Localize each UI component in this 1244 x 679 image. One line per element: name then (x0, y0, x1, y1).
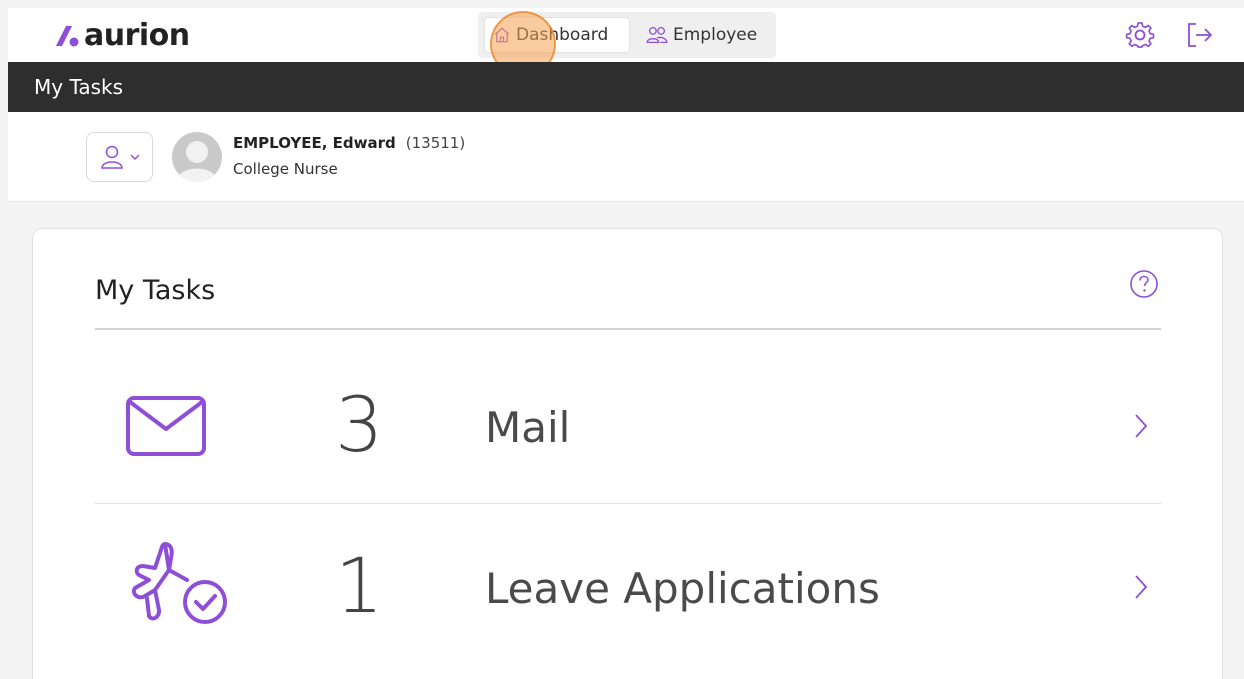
help-icon[interactable] (1129, 269, 1159, 299)
users-icon (646, 26, 668, 44)
employee-id: (13511) (405, 134, 466, 152)
my-tasks-card: My Tasks 3 Mail 1 Leave Applications (32, 228, 1223, 679)
title-divider (95, 328, 1161, 330)
settings-gear-icon[interactable] (1125, 20, 1155, 50)
top-bar: aurion Dashboard Employee (8, 8, 1244, 77)
aurion-logo[interactable]: aurion (52, 18, 190, 54)
employee-name: EMPLOYEE, Edward (233, 134, 396, 152)
employee-name-line: EMPLOYEE, Edward (13511) (233, 134, 465, 152)
employee-role: College Nurse (233, 160, 338, 178)
task-count: 1 (335, 541, 384, 630)
task-label: Leave Applications (485, 564, 880, 613)
chevron-right-icon (1135, 414, 1148, 438)
chevron-down-icon (130, 154, 139, 160)
task-row-leave-applications[interactable]: 1 Leave Applications (95, 512, 1161, 662)
avatar (172, 132, 222, 182)
logo-mark-icon (56, 26, 79, 47)
task-row-mail[interactable]: 3 Mail (95, 349, 1161, 499)
row-divider (95, 503, 1161, 504)
chevron-right-icon (1135, 575, 1148, 599)
logo-text: aurion (84, 18, 190, 53)
person-icon (100, 145, 123, 169)
nav-employee-label: Employee (673, 25, 758, 45)
task-count: 3 (335, 380, 384, 469)
mail-icon (126, 396, 206, 456)
employee-select-dropdown[interactable] (86, 132, 153, 182)
avatar-placeholder-icon (177, 141, 217, 182)
task-label: Mail (485, 403, 571, 452)
app-frame: aurion Dashboard Employee My Tasks EMPLO… (8, 8, 1244, 679)
page-title-bar: My Tasks (8, 62, 1244, 112)
nav-employee-button[interactable]: Employee (638, 17, 770, 53)
page-title: My Tasks (34, 75, 124, 99)
employee-context-bar: EMPLOYEE, Edward (13511) College Nurse (8, 112, 1244, 202)
leave-plane-check-icon (132, 542, 227, 624)
card-title: My Tasks (95, 275, 216, 306)
logout-icon[interactable] (1184, 20, 1214, 50)
